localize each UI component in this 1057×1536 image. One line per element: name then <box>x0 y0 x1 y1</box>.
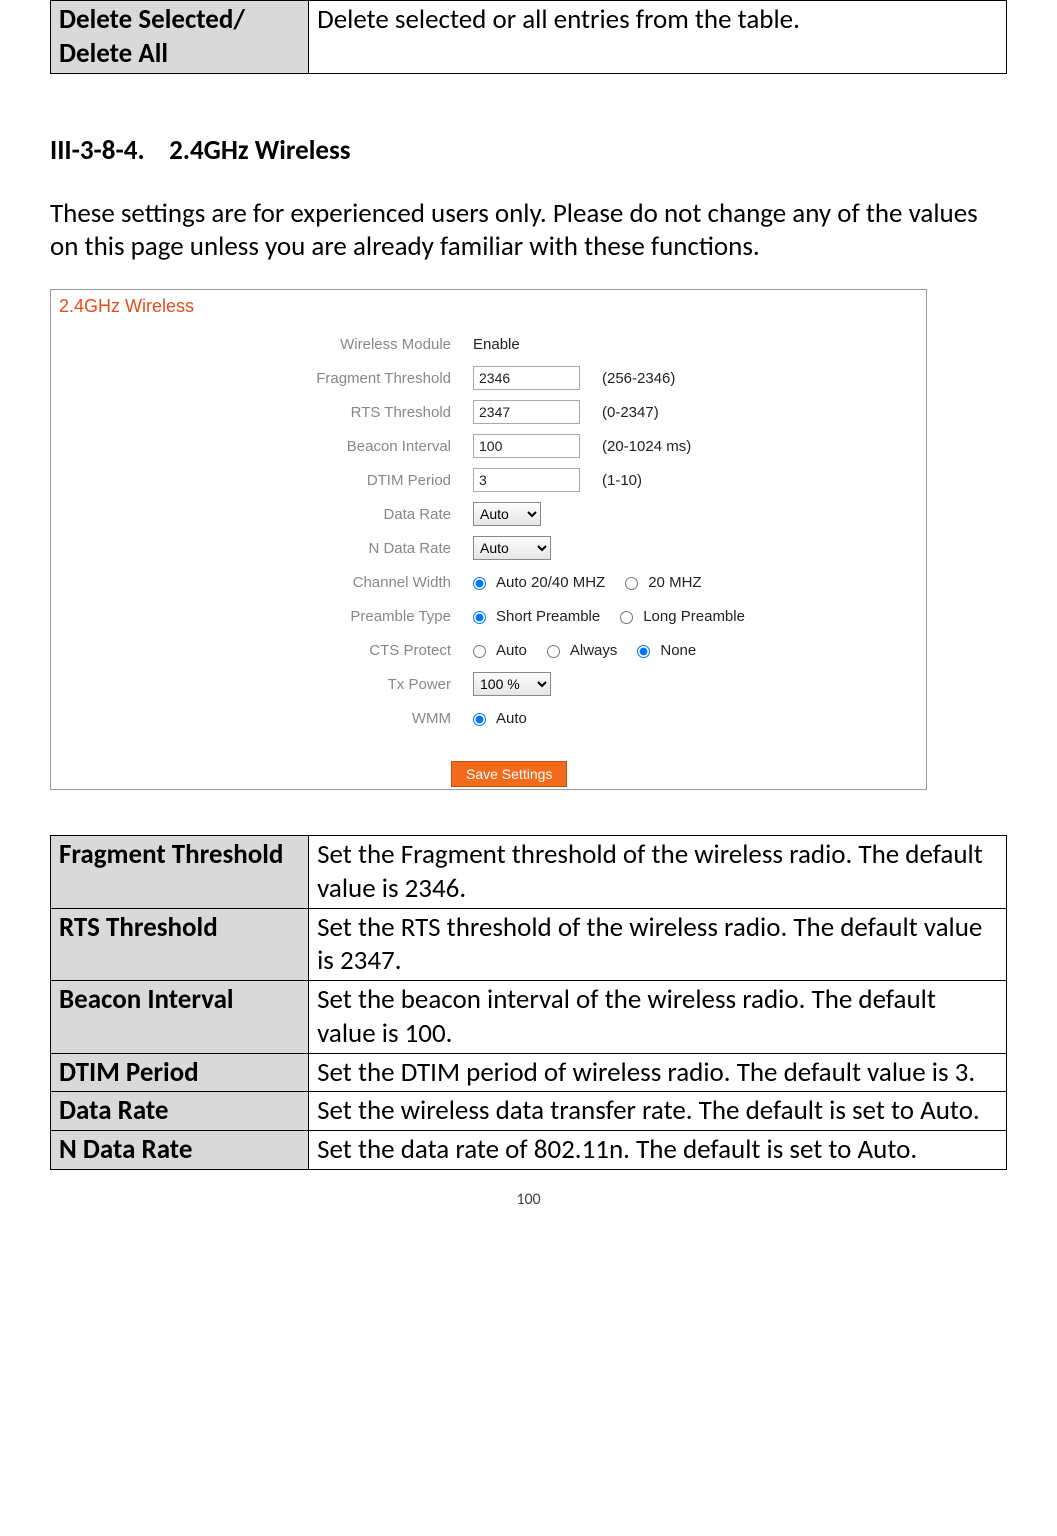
select-data-rate[interactable]: Auto <box>473 502 541 526</box>
page-number: 100 <box>50 1190 1007 1209</box>
label-wmm: WMM <box>51 710 473 727</box>
label-beacon-interval: Beacon Interval <box>51 438 473 455</box>
table-row: Delete Selected/ Delete All Delete selec… <box>51 1 1007 74</box>
label-rts-threshold: RTS Threshold <box>51 404 473 421</box>
term-cell: N Data Rate <box>51 1131 309 1170</box>
radio-label-cts-none: None <box>660 642 696 659</box>
select-tx-power[interactable]: 100 % <box>473 672 551 696</box>
radio-label-cw-20: 20 MHZ <box>648 574 701 591</box>
radio-cts-auto[interactable] <box>473 645 486 658</box>
table-row: Data Rate Set the wireless data transfer… <box>51 1092 1007 1131</box>
radio-channel-width-auto[interactable] <box>473 577 486 590</box>
table-row: RTS Threshold Set the RTS threshold of t… <box>51 908 1007 981</box>
row-dtim-period: DTIM Period (1-10) <box>51 463 926 497</box>
label-tx-power: Tx Power <box>51 676 473 693</box>
input-dtim-period[interactable] <box>473 468 580 492</box>
radio-preamble-short[interactable] <box>473 611 486 624</box>
label-wireless-module: Wireless Module <box>51 336 473 353</box>
row-channel-width: Channel Width Auto 20/40 MHZ 20 MHZ <box>51 565 926 599</box>
desc-cell: Set the RTS threshold of the wireless ra… <box>309 908 1007 981</box>
description-table: Fragment Threshold Set the Fragment thre… <box>50 835 1007 1170</box>
desc-cell: Delete selected or all entries from the … <box>309 1 1007 74</box>
label-dtim-period: DTIM Period <box>51 472 473 489</box>
label-cts-protect: CTS Protect <box>51 642 473 659</box>
radio-cts-none[interactable] <box>637 645 650 658</box>
row-cts-protect: CTS Protect Auto Always None <box>51 633 926 667</box>
hint-fragment-threshold: (256-2346) <box>602 370 675 387</box>
hint-beacon-interval: (20-1024 ms) <box>602 438 691 455</box>
table-row: Beacon Interval Set the beacon interval … <box>51 981 1007 1054</box>
row-n-data-rate: N Data Rate Auto <box>51 531 926 565</box>
radio-label-wmm-auto: Auto <box>496 710 527 727</box>
desc-cell: Set the beacon interval of the wireless … <box>309 981 1007 1054</box>
save-settings-button[interactable]: Save Settings <box>451 761 567 787</box>
row-rts-threshold: RTS Threshold (0-2347) <box>51 395 926 429</box>
label-data-rate: Data Rate <box>51 506 473 523</box>
input-fragment-threshold[interactable] <box>473 366 580 390</box>
radio-label-cts-auto: Auto <box>496 642 527 659</box>
panel-title: 2.4GHz Wireless <box>51 290 926 321</box>
input-rts-threshold[interactable] <box>473 400 580 424</box>
table-row: DTIM Period Set the DTIM period of wirel… <box>51 1053 1007 1092</box>
label-fragment-threshold: Fragment Threshold <box>51 370 473 387</box>
section-title: 2.4GHz Wireless <box>169 134 350 167</box>
radio-channel-width-20[interactable] <box>625 577 638 590</box>
row-wmm: WMM Auto <box>51 701 926 735</box>
value-wireless-module: Enable <box>473 336 520 353</box>
label-channel-width: Channel Width <box>51 574 473 591</box>
intro-paragraph: These settings are for experienced users… <box>50 197 1007 265</box>
term-cell: Beacon Interval <box>51 981 309 1054</box>
term-cell: RTS Threshold <box>51 908 309 981</box>
desc-cell: Set the Fragment threshold of the wirele… <box>309 836 1007 909</box>
row-wireless-module: Wireless Module Enable <box>51 327 926 361</box>
top-definition-table: Delete Selected/ Delete All Delete selec… <box>50 0 1007 74</box>
settings-screenshot: 2.4GHz Wireless Wireless Module Enable F… <box>50 289 927 790</box>
input-beacon-interval[interactable] <box>473 434 580 458</box>
radio-wmm-auto[interactable] <box>473 713 486 726</box>
row-preamble-type: Preamble Type Short Preamble Long Preamb… <box>51 599 926 633</box>
desc-cell: Set the data rate of 802.11n. The defaul… <box>309 1131 1007 1170</box>
label-preamble-type: Preamble Type <box>51 608 473 625</box>
row-data-rate: Data Rate Auto <box>51 497 926 531</box>
section-heading: III-3-8-4. 2.4GHz Wireless <box>50 134 1007 167</box>
radio-label-cw-auto: Auto 20/40 MHZ <box>496 574 605 591</box>
term-cell: DTIM Period <box>51 1053 309 1092</box>
radio-label-preamble-long: Long Preamble <box>643 608 745 625</box>
desc-cell: Set the DTIM period of wireless radio. T… <box>309 1053 1007 1092</box>
select-n-data-rate[interactable]: Auto <box>473 536 551 560</box>
radio-label-cts-always: Always <box>570 642 618 659</box>
table-row: Fragment Threshold Set the Fragment thre… <box>51 836 1007 909</box>
hint-dtim-period: (1-10) <box>602 472 642 489</box>
term-cell: Fragment Threshold <box>51 836 309 909</box>
radio-preamble-long[interactable] <box>620 611 633 624</box>
desc-cell: Set the wireless data transfer rate. The… <box>309 1092 1007 1131</box>
row-tx-power: Tx Power 100 % <box>51 667 926 701</box>
label-n-data-rate: N Data Rate <box>51 540 473 557</box>
table-row: N Data Rate Set the data rate of 802.11n… <box>51 1131 1007 1170</box>
term-cell: Delete Selected/ Delete All <box>51 1 309 74</box>
term-cell: Data Rate <box>51 1092 309 1131</box>
hint-rts-threshold: (0-2347) <box>602 404 659 421</box>
radio-cts-always[interactable] <box>547 645 560 658</box>
section-number: III-3-8-4. <box>50 134 145 167</box>
row-fragment-threshold: Fragment Threshold (256-2346) <box>51 361 926 395</box>
row-beacon-interval: Beacon Interval (20-1024 ms) <box>51 429 926 463</box>
radio-label-preamble-short: Short Preamble <box>496 608 600 625</box>
